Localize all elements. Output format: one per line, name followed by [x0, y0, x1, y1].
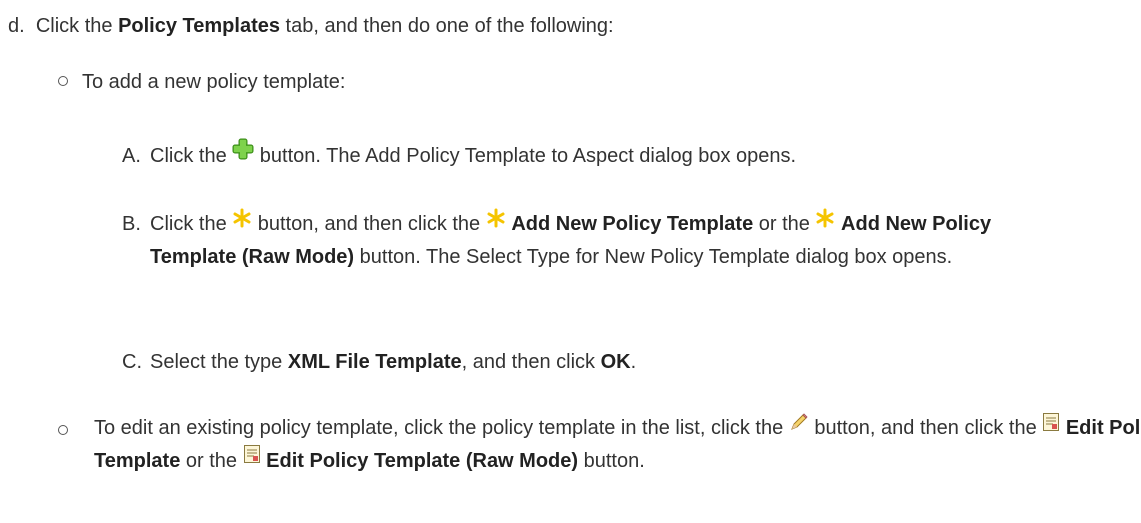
bullet-add-template: To add a new policy template: — [58, 66, 346, 98]
step-d: d. Click the Policy Templates tab, and t… — [8, 10, 614, 42]
bullet-add-text: To add a new policy template: — [82, 71, 346, 93]
green-plus-icon — [232, 138, 254, 170]
substep-b-text: Click the button, and then click the Add… — [150, 208, 1000, 273]
bullet-edit-mid1: button, and then click the — [808, 417, 1043, 439]
substep-c-post: . — [630, 351, 637, 373]
substep-a-post: button. The Add Policy Template to Aspec… — [254, 145, 797, 167]
substep-c-letter: C. — [122, 351, 142, 373]
step-d-letter: d. — [8, 15, 25, 37]
substep-a-text: Click the button. The Add Policy Templat… — [150, 138, 797, 173]
substep-b-post: button. The Select Type for New Policy T… — [354, 245, 953, 268]
step-d-bold: Policy Templates — [118, 15, 280, 37]
substep-c-mid: , and then click — [461, 351, 601, 373]
bullet-edit-text: To edit an existing policy template, cli… — [94, 412, 1141, 477]
asterisk-new-icon — [486, 206, 506, 238]
bullet-edit-pre: To edit an existing policy template, cli… — [94, 417, 789, 439]
substep-a-letter: A. — [122, 145, 141, 167]
bullet-dot — [58, 425, 68, 435]
bullet-edit-mid2: or the — [180, 449, 243, 472]
asterisk-new-icon — [815, 206, 835, 238]
step-d-pre: Click the — [35, 15, 119, 37]
policy-template-icon — [1042, 410, 1060, 442]
policy-template-icon — [243, 442, 261, 474]
substep-a-pre: Click the — [150, 145, 233, 167]
substep-b-letter: B. — [122, 213, 141, 235]
substep-b-mid1: button, and then click the — [252, 213, 486, 235]
bullet-edit-post: button. — [578, 449, 645, 472]
substep-c-text: Select the type XML File Template, and t… — [150, 346, 636, 378]
substep-b-mid2: or the — [753, 213, 816, 235]
step-d-post: tab, and then do one of the following: — [279, 15, 614, 37]
pencil-icon — [789, 410, 809, 442]
substep-c-pre: Select the type — [150, 351, 288, 373]
bullet-edit-bold2: Edit Policy Template (Raw Mode) — [266, 449, 579, 472]
substep-c-bold1: XML File Template — [287, 351, 462, 373]
asterisk-new-icon — [232, 206, 252, 238]
substep-b-bold1: Add New Policy Template — [511, 213, 754, 235]
substep-b-pre: Click the — [150, 213, 233, 235]
substep-c-bold2: OK — [600, 351, 631, 373]
bullet-dot — [58, 75, 68, 86]
